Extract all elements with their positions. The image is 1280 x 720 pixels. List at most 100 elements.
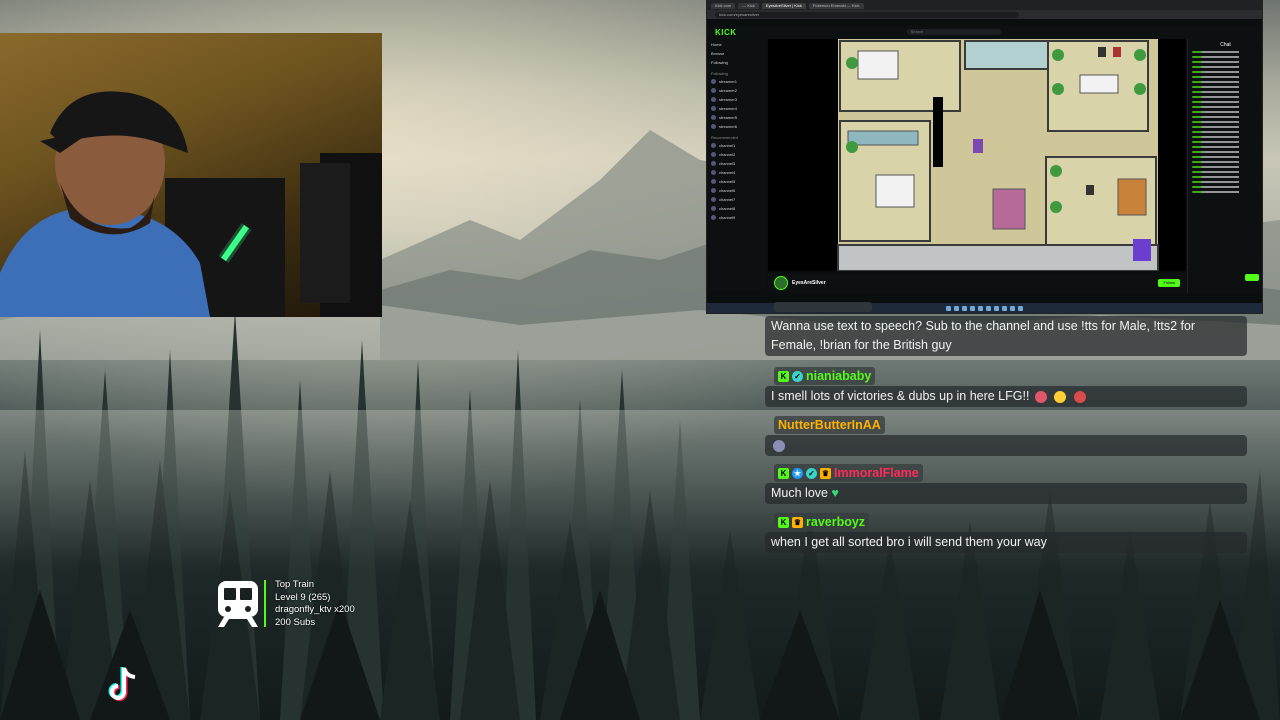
following-header: Following: [711, 71, 728, 76]
sidebar-channel[interactable]: channel9: [711, 214, 763, 221]
kick-badge-icon: K: [778, 516, 789, 528]
chat-line: [1192, 176, 1259, 178]
chat-text: I smell lots of victories & dubs up in h…: [771, 389, 1030, 403]
sidebar-channel[interactable]: streamer6: [711, 123, 763, 130]
avatar: [711, 88, 716, 93]
chat-username[interactable]: nianiababy: [806, 369, 871, 383]
chat-username[interactable]: ImmoralFlame: [834, 466, 919, 480]
chat-line: [1192, 151, 1259, 153]
sidebar-channel[interactable]: channel2: [711, 151, 763, 158]
chat-overlay: Wanna use text to speech? Sub to the cha…: [765, 302, 1247, 564]
chat-line: [1192, 141, 1259, 143]
sidebar-channel[interactable]: channel1: [711, 142, 763, 149]
sidebar-channel[interactable]: channel7: [711, 196, 763, 203]
chat-username-box: [774, 302, 872, 312]
kick-chat-panel: Chat: [1187, 39, 1262, 293]
chat-line: [1192, 51, 1259, 53]
train-title: Top Train: [275, 579, 315, 590]
chat-header: Chat: [1220, 42, 1231, 48]
sidebar-channel[interactable]: channel6: [711, 187, 763, 194]
chat-line: [1192, 156, 1259, 158]
subscriber-badge-icon: ♛: [820, 467, 831, 479]
sidebar-channel[interactable]: streamer1: [711, 78, 763, 85]
sidebar-label: Following: [711, 60, 728, 65]
chat-line: [1192, 136, 1259, 138]
chat-line: [1192, 71, 1259, 73]
sidebar-item-following[interactable]: Following: [711, 59, 763, 66]
webcam-feed: [0, 33, 382, 317]
emote-icon: [1034, 390, 1047, 403]
browser-tab-bar: Kick.com — Kick EyesAreSilver | Kick Pok…: [707, 1, 1262, 10]
sidebar-label: streamer2: [719, 88, 738, 93]
chat-line: [1192, 126, 1259, 128]
kick-logo[interactable]: KICK: [715, 28, 737, 37]
avatar: [711, 124, 716, 129]
streamer-name[interactable]: EyesAreSilver: [792, 280, 826, 286]
webcam-scene: [0, 91, 382, 317]
chat-text-line: Wanna use text to speech? Sub to the cha…: [771, 319, 1196, 333]
train-icon: [218, 581, 258, 627]
moderator-badge-icon: ★: [792, 467, 803, 479]
avatar: [711, 143, 716, 148]
chat-line: [1192, 186, 1259, 188]
sidebar-channel[interactable]: channel5: [711, 178, 763, 185]
sidebar-label: streamer5: [719, 115, 738, 120]
sidebar-channel[interactable]: channel8: [711, 205, 763, 212]
chat-username-box: NutterButterInAA: [774, 416, 885, 434]
sidebar-channel[interactable]: streamer5: [711, 114, 763, 121]
chat-message-text: when I get all sorted bro i will send th…: [765, 532, 1247, 553]
chat-message: K ♛ raverboyz when I get all sorted bro …: [765, 512, 1247, 553]
sidebar-channel[interactable]: streamer4: [711, 105, 763, 112]
sidebar-channel[interactable]: channel3: [711, 160, 763, 167]
browser-tab[interactable]: — Kick: [738, 2, 759, 9]
avatar: [711, 215, 716, 220]
chat-line: [1192, 56, 1259, 58]
chat-line: [1192, 86, 1259, 88]
avatar: [711, 106, 716, 111]
train-subs: 200 Subs: [275, 616, 316, 628]
follow-button[interactable]: Follow: [1158, 279, 1180, 287]
stream-player[interactable]: [768, 39, 1186, 271]
chat-line: [1192, 76, 1259, 78]
chat-line: [1192, 161, 1259, 163]
sidebar-item-home[interactable]: Home: [711, 41, 763, 48]
chat-username-box: K ✓ nianiababy: [774, 367, 876, 385]
train-progress-bar: [264, 580, 266, 627]
browser-tab[interactable]: Pokemon Emerald — Kick: [808, 2, 864, 9]
sidebar-label: channel5: [719, 179, 736, 184]
heart-icon: ♥: [831, 486, 839, 500]
browser-tab-active[interactable]: EyesAreSilver | Kick: [761, 2, 806, 9]
avatar: [711, 152, 716, 157]
chat-message-text: [765, 435, 1247, 456]
chat-message-text: Much love ♥: [765, 483, 1247, 504]
sidebar-item-browse[interactable]: Browse: [711, 50, 763, 57]
sidebar-channel[interactable]: streamer3: [711, 96, 763, 103]
avatar[interactable]: [774, 276, 788, 290]
chat-send-button[interactable]: [1245, 274, 1259, 281]
sidebar-label: channel6: [719, 188, 736, 193]
chat-username[interactable]: raverboyz: [806, 515, 865, 529]
avatar: [711, 197, 716, 202]
address-input[interactable]: kick.com/eyesaresilver: [715, 11, 1019, 18]
browser-tab[interactable]: Kick.com: [711, 2, 736, 9]
recommended-header: Recommended: [711, 135, 739, 140]
sidebar-channel[interactable]: streamer2: [711, 87, 763, 94]
kick-header: KICK Search: [707, 25, 1262, 39]
chat-line: [1192, 146, 1259, 148]
chat-text-line: Female, !brian for the British guy: [771, 338, 952, 352]
kick-badge-icon: K: [778, 370, 789, 382]
sidebar-label: streamer4: [719, 106, 738, 111]
sidebar-label: channel4: [719, 170, 736, 175]
chat-username-line: K ✓ nianiababy: [765, 366, 1247, 386]
chat-line: [1192, 81, 1259, 83]
sidebar-channel[interactable]: channel4: [711, 169, 763, 176]
chat-line: [1192, 181, 1259, 183]
chat-username[interactable]: NutterButterInAA: [778, 418, 881, 432]
kick-search-input[interactable]: Search: [906, 29, 1001, 35]
sidebar-label: streamer1: [719, 79, 738, 84]
avatar: [711, 115, 716, 120]
chat-line: [1192, 131, 1259, 133]
avatar: [711, 79, 716, 84]
chat-username-box: K ★ ✓ ♛ ImmoralFlame: [774, 464, 923, 482]
avatar: [711, 170, 716, 175]
